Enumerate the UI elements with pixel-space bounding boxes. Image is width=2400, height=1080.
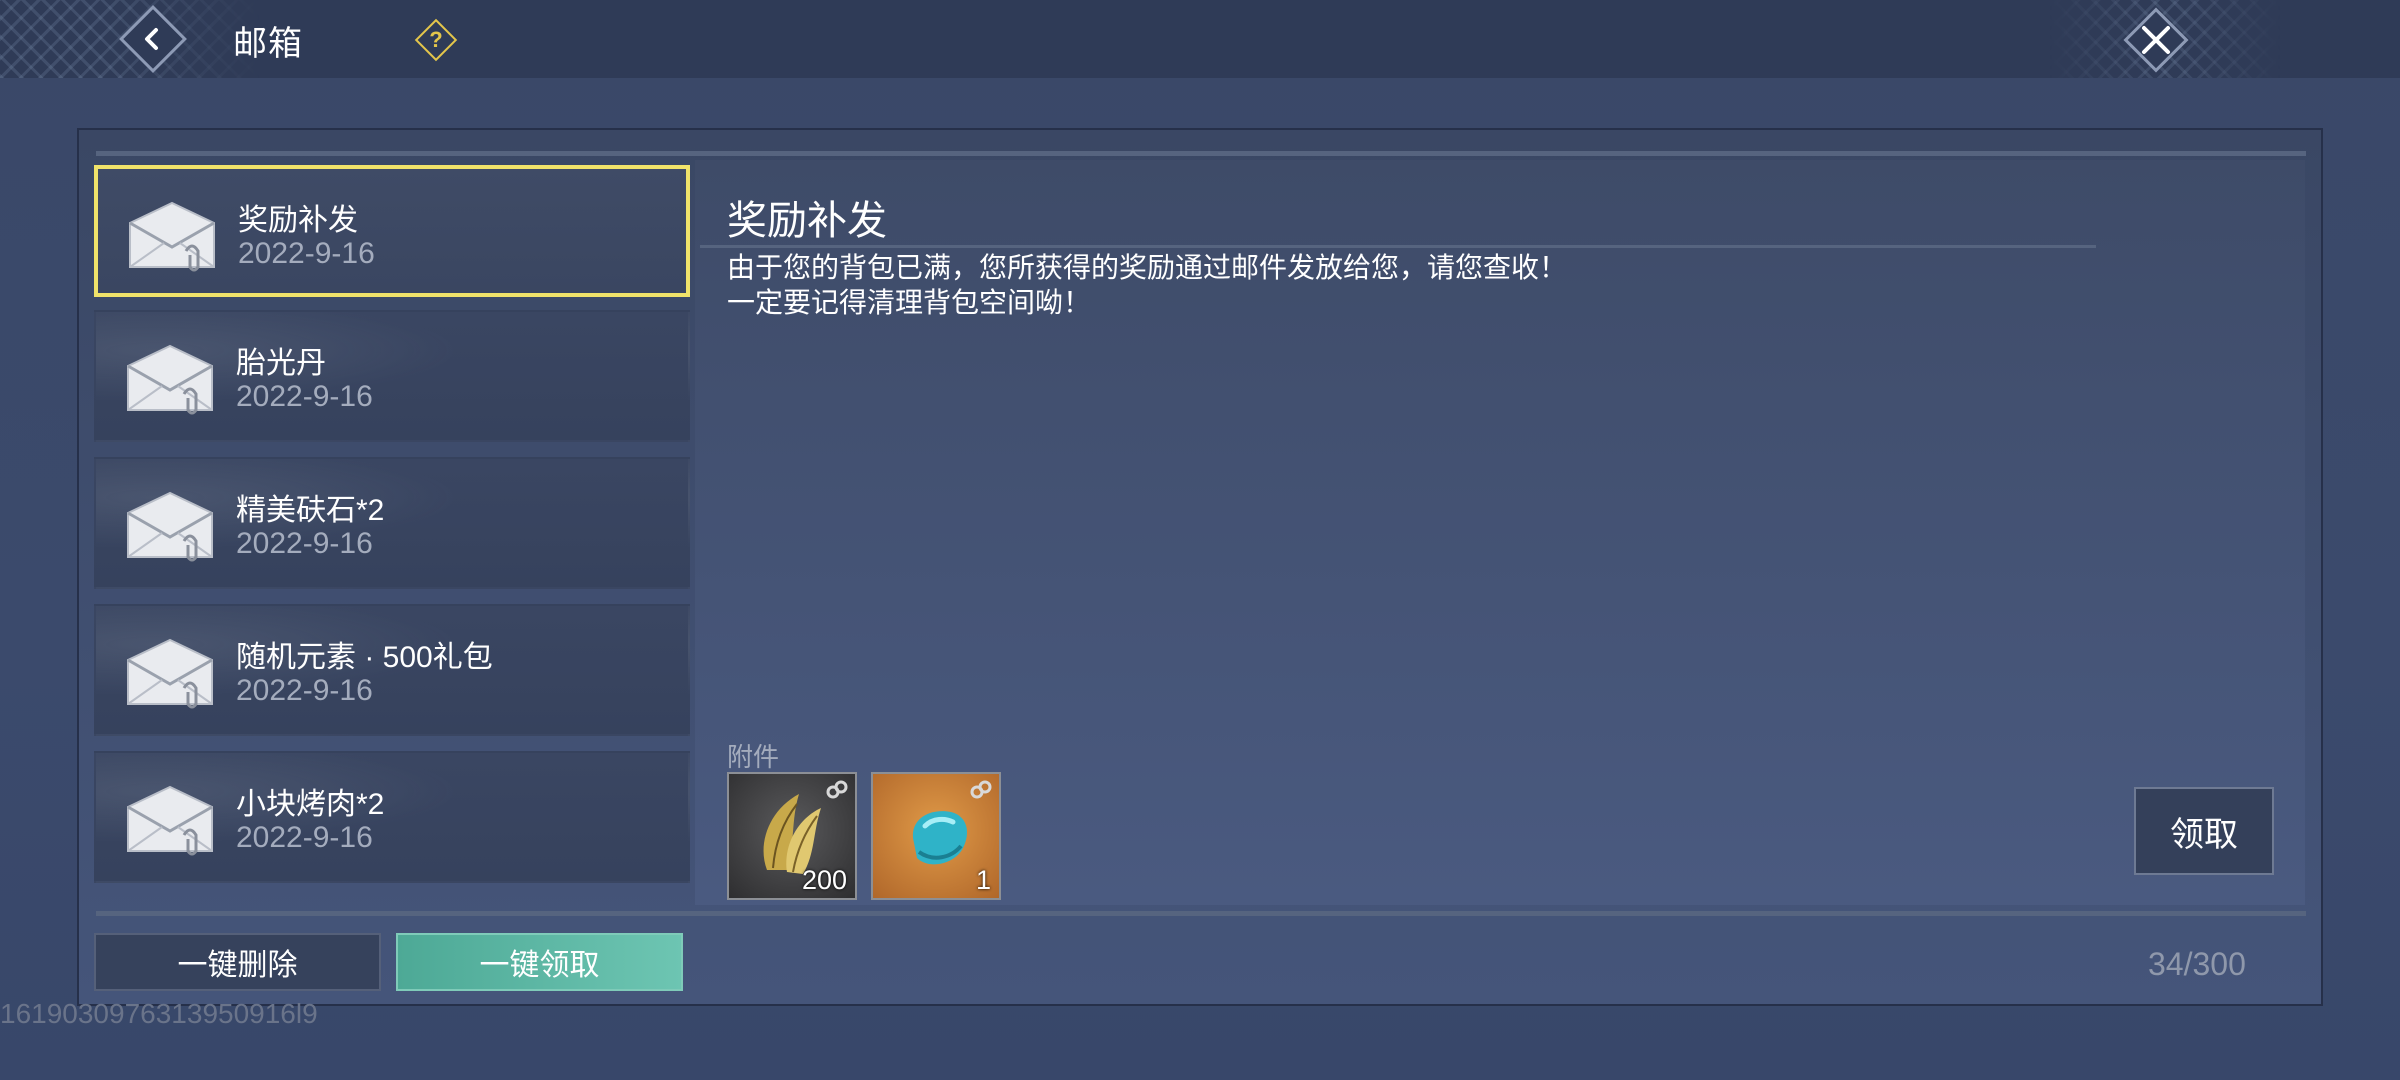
- mail-envelope-icon: [127, 638, 213, 709]
- close-icon: [2142, 26, 2170, 54]
- mail-body-line: 由于您的背包已满，您所获得的奖励通过邮件发放给您，请您查收！: [727, 252, 1568, 283]
- mail-subject: 奖励补发: [238, 204, 358, 237]
- mail-envelope-icon: [127, 785, 213, 856]
- mail-list-item[interactable]: 胎光丹 2022-9-16: [94, 310, 690, 442]
- delete-all-button[interactable]: 一键删除: [94, 933, 381, 991]
- mail-body-line: 一定要记得清理背包空间呦！: [727, 287, 1092, 318]
- top-bar: [0, 0, 2400, 78]
- claim-all-button[interactable]: 一键领取: [396, 933, 683, 991]
- mail-envelope-icon: [127, 491, 213, 562]
- mail-date: 2022-9-16: [236, 527, 373, 560]
- attachment-slot[interactable]: 1: [871, 772, 1001, 900]
- mail-subject: 随机元素 · 500礼包: [236, 641, 493, 674]
- mail-subject: 精美砆石*2: [236, 494, 385, 527]
- mail-date: 2022-9-16: [238, 237, 375, 270]
- close-button[interactable]: [2122, 6, 2190, 74]
- chevron-left-icon: [145, 27, 158, 50]
- mail-date: 2022-9-16: [236, 821, 373, 854]
- link-icon: [826, 780, 848, 799]
- attachment-count: 200: [801, 865, 847, 895]
- attachment-count: 1: [975, 865, 991, 895]
- mail-subject: 胎光丹: [236, 347, 326, 380]
- question-icon: ?: [429, 27, 443, 52]
- mail-list-item[interactable]: 精美砆石*2 2022-9-16: [94, 457, 690, 589]
- mail-date: 2022-9-16: [236, 380, 373, 413]
- link-icon: [970, 780, 992, 799]
- mail-list-item[interactable]: 小块烤肉*2 2022-9-16: [94, 751, 690, 883]
- mail-list-item[interactable]: 随机元素 · 500礼包 2022-9-16: [94, 604, 690, 736]
- claim-button[interactable]: 领取: [2134, 787, 2274, 875]
- divider: [700, 245, 2096, 248]
- back-button[interactable]: [118, 4, 188, 74]
- attachments-label: 附件: [727, 742, 780, 772]
- mail-count: 34/300: [2148, 946, 2246, 982]
- mail-envelope-icon: [127, 344, 213, 415]
- help-button[interactable]: ?: [414, 18, 458, 62]
- attachment-slot[interactable]: 200: [727, 772, 857, 900]
- mail-subject: 小块烤肉*2: [236, 788, 385, 821]
- divider: [96, 911, 2306, 916]
- watermark: 1619030976313950916l9: [0, 998, 318, 1029]
- mail-detail-title: 奖励补发: [727, 199, 887, 243]
- mail-detail-body: 由于您的背包已满，您所获得的奖励通过邮件发放给您，请您查收！ 一定要记得清理背包…: [727, 250, 1567, 320]
- mail-date: 2022-9-16: [236, 674, 373, 707]
- mail-envelope-icon: [129, 201, 215, 272]
- divider: [96, 151, 2306, 156]
- mail-list-item[interactable]: 奖励补发 2022-9-16: [94, 165, 690, 297]
- page-title: 邮箱: [233, 25, 303, 63]
